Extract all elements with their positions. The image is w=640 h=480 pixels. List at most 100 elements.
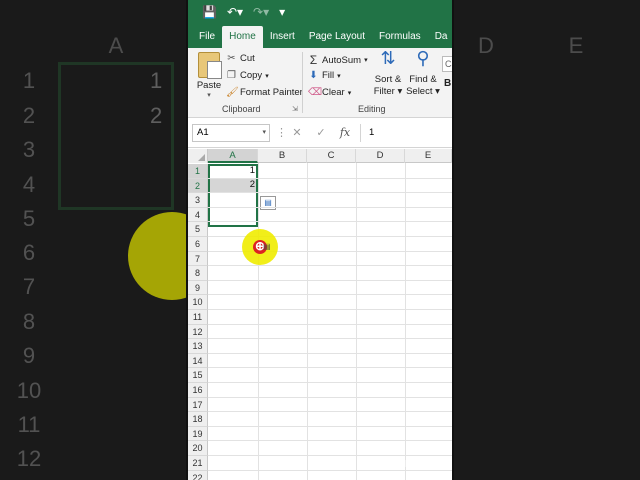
name-box-dropdown-icon[interactable]: ▾ — [262, 125, 266, 141]
bg-row-8: 8 — [22, 309, 36, 334]
grid-line — [307, 163, 308, 480]
row-header-4[interactable]: 4 — [188, 207, 208, 223]
bg-column-header-e: E — [568, 33, 584, 58]
fill-button[interactable]: ⬇ Fill ▾ — [308, 70, 340, 81]
tab-insert[interactable]: Insert — [263, 26, 302, 48]
grid-line — [208, 294, 452, 296]
enter-icon[interactable]: ✓ — [312, 126, 330, 139]
cancel-icon[interactable]: ✕ — [288, 126, 306, 139]
copy-dropdown-icon: ▾ — [265, 72, 269, 80]
bold-button[interactable]: B — [444, 78, 451, 89]
row-header-10[interactable]: 10 — [188, 295, 208, 310]
column-header-b[interactable]: B — [258, 149, 307, 163]
tab-data[interactable]: Da — [428, 26, 452, 48]
row-header-7[interactable]: 7 — [188, 251, 208, 267]
ribbon-tabs: File Home Insert Page Layout Formulas Da — [188, 24, 452, 48]
grid-line — [208, 177, 452, 179]
copy-icon: ❐ — [227, 70, 236, 81]
ribbon-separator — [302, 52, 303, 113]
grid-line — [208, 265, 452, 267]
scissors-icon: ✂ — [227, 53, 236, 64]
bg-row-2: 2 — [22, 103, 36, 128]
bg-row-6: 6 — [22, 240, 36, 265]
copy-button[interactable]: ❐ Copy ▾ — [226, 70, 269, 81]
customize-icon[interactable]: ▾ — [279, 0, 285, 24]
format-painter-button[interactable]: 🖌 Format Painter — [226, 87, 303, 98]
cut-button[interactable]: ✂ Cut — [226, 53, 255, 64]
redo-icon[interactable]: ↷▾ — [253, 0, 269, 24]
bg-cell-value-2: 2 — [150, 103, 163, 128]
clear-button[interactable]: ⌫ Clear ▾ — [308, 87, 351, 98]
row-header-20[interactable]: 20 — [188, 441, 208, 456]
grid-line — [208, 411, 452, 413]
row-header-1[interactable]: 1 — [188, 164, 208, 179]
sort-filter-button[interactable]: ⇅ Sort & Filter ▾ — [372, 49, 404, 98]
grid-line — [208, 382, 452, 383]
formula-input[interactable]: 1 — [360, 123, 448, 142]
grid-line — [208, 440, 452, 442]
row-header-9[interactable]: 9 — [188, 280, 208, 296]
row-header-3[interactable]: 3 — [188, 193, 208, 208]
paste-icon — [198, 52, 222, 79]
row-header-21[interactable]: 21 — [188, 456, 208, 471]
editing-group-label: Editing — [358, 104, 386, 114]
row-header-2[interactable]: 2 — [188, 178, 208, 194]
ribbon-home: Paste ▾ ✂ Cut ❐ Copy ▾ 🖌 Format Painter … — [188, 48, 452, 118]
bg-row-7: 7 — [22, 274, 36, 299]
undo-icon[interactable]: ↶▾ — [227, 0, 243, 24]
row-header-19[interactable]: 19 — [188, 426, 208, 442]
tab-page-layout[interactable]: Page Layout — [302, 26, 372, 48]
clipboard-launcher-icon[interactable]: ⇲ — [292, 105, 298, 113]
formula-bar: A1 ▾ ⋮ ✕ ✓ fx 1 — [188, 118, 452, 148]
tab-home[interactable]: Home — [222, 26, 263, 48]
save-icon[interactable]: 💾 — [202, 0, 217, 24]
sigma-icon: Σ — [309, 53, 318, 67]
tab-formulas[interactable]: Formulas — [372, 26, 428, 48]
insert-function-icon[interactable]: fx — [336, 126, 354, 139]
column-header-c[interactable]: C — [307, 149, 356, 163]
worksheet-grid[interactable]: A B C D E 2 1 ▤ 1 2 3 4 5 6 7 8 9 10 11 12 13 14 15 16 1… — [188, 149, 452, 480]
row-header-17[interactable]: 17 — [188, 397, 208, 413]
watermark: YouTube — [385, 455, 437, 470]
find-select-button[interactable]: ⚲ Find & Select ▾ — [406, 49, 440, 98]
row-header-11[interactable]: 11 — [188, 310, 208, 325]
row-header-18[interactable]: 18 — [188, 412, 208, 427]
row-header-15[interactable]: 15 — [188, 368, 208, 383]
clipboard-group-label: Clipboard — [222, 104, 261, 114]
autosum-button[interactable]: Σ AutoSum ▾ — [308, 53, 368, 67]
formula-bar-grip-icon: ⋮ — [276, 127, 287, 139]
grid-line — [208, 192, 452, 194]
column-header-e[interactable]: E — [405, 149, 452, 163]
tab-file[interactable]: File — [192, 26, 222, 48]
quick-analysis-icon[interactable]: ▤ — [260, 196, 276, 210]
excel-window: 💾 ↶▾ ↷▾ ▾ File Home Insert Page Layout F… — [186, 0, 454, 480]
bg-column-header-d: D — [478, 33, 494, 58]
row-header-22[interactable]: 22 — [188, 470, 208, 480]
selection-range[interactable] — [208, 164, 258, 227]
select-all-button[interactable] — [188, 149, 208, 163]
row-header-12[interactable]: 12 — [188, 324, 208, 340]
autosum-dropdown-icon: ▾ — [364, 57, 368, 64]
font-name-box[interactable]: Ca — [442, 56, 452, 72]
paste-button[interactable]: Paste ▾ — [194, 52, 224, 99]
bg-row-1: 1 — [22, 68, 36, 93]
column-header-d[interactable]: D — [356, 149, 405, 163]
name-box[interactable]: A1 ▾ — [192, 123, 270, 142]
bg-row-12: 12 — [16, 446, 42, 471]
row-header-14[interactable]: 14 — [188, 353, 208, 369]
row-header-6[interactable]: 6 — [188, 237, 208, 252]
grid-line — [208, 221, 452, 223]
fill-down-icon: ⬇ — [309, 70, 318, 81]
eraser-icon: ⌫ — [308, 87, 323, 98]
row-header-8[interactable]: 8 — [188, 266, 208, 281]
grid-line — [208, 279, 452, 281]
grid-line — [208, 352, 452, 354]
column-header-a[interactable]: A — [208, 149, 258, 163]
bg-row-3: 3 — [22, 137, 36, 162]
bg-row-10: 10 — [16, 378, 42, 403]
quick-access-toolbar: 💾 ↶▾ ↷▾ ▾ — [188, 0, 452, 24]
row-header-16[interactable]: 16 — [188, 383, 208, 398]
row-header-13[interactable]: 13 — [188, 339, 208, 354]
bg-cell-value-1: 1 — [150, 68, 163, 93]
row-header-5[interactable]: 5 — [188, 222, 208, 237]
